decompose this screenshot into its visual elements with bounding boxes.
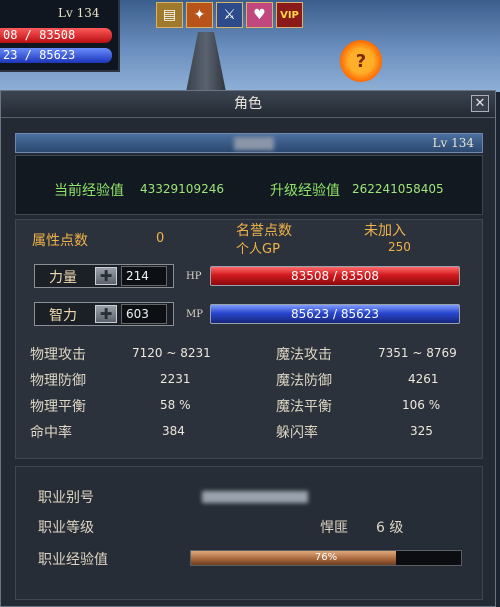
scroll-buff-icon[interactable]: ▤ xyxy=(156,2,183,28)
intellect-row: 智力 ✚ 603 xyxy=(34,302,174,326)
player-status-hud: Lv 134 08 / 83508 23 / 85623 xyxy=(0,0,120,72)
next-exp-label: 升级经验值 xyxy=(270,183,340,199)
strength-value: 214 xyxy=(121,266,167,286)
job-level-value: 6 级 xyxy=(376,520,404,536)
mag-def-value: 4261 xyxy=(408,372,439,386)
job-exp-percent: 76% xyxy=(314,552,338,563)
character-name-bar: Lv 134 xyxy=(15,133,483,153)
personal-gp-label: 个人GP xyxy=(236,242,280,257)
buff-bar: ▤ ✦ ⚔ ♥ VIP xyxy=(156,2,303,28)
experience-panel: 当前经验值 43329109246 升级经验值 262241058405 xyxy=(15,155,483,215)
honor-points-label: 名誉点数 xyxy=(236,223,292,239)
intellect-value: 603 xyxy=(121,304,167,324)
hp-label: HP xyxy=(186,271,202,282)
mp-bar: 85623 / 85623 xyxy=(210,304,460,324)
strength-label: 力量 xyxy=(49,270,77,286)
job-alias-label: 职业别号 xyxy=(38,490,94,506)
heart-buff-icon[interactable]: ♥ xyxy=(246,2,273,28)
quest-sun-icon[interactable]: ? xyxy=(340,40,382,82)
sword-buff-icon[interactable]: ⚔ xyxy=(216,2,243,28)
phys-balance-label: 物理平衡 xyxy=(30,399,86,415)
phys-balance-value: 58 % xyxy=(160,398,191,412)
current-exp-value: 43329109246 xyxy=(140,182,224,196)
hp-bar: 83508 / 83508 xyxy=(210,266,460,286)
blurred-job-alias xyxy=(202,491,308,503)
mag-attack-label: 魔法攻击 xyxy=(276,347,332,363)
hud-level: Lv 134 xyxy=(58,6,100,20)
attributes-panel: 属性点数 0 名誉点数 未加入 个人GP 250 力量 ✚ 214 智力 ✚ 6… xyxy=(15,219,483,459)
vip-buff-icon[interactable]: VIP xyxy=(276,2,303,28)
window-title: 角色 xyxy=(234,96,262,112)
phys-def-value: 2231 xyxy=(160,372,191,386)
current-exp-label: 当前经验值 xyxy=(54,183,124,199)
hit-rate-label: 命中率 xyxy=(30,425,72,441)
dodge-rate-label: 躲闪率 xyxy=(276,425,318,441)
mag-balance-label: 魔法平衡 xyxy=(276,399,332,415)
attribute-points-value: 0 xyxy=(156,231,165,246)
next-exp-value: 262241058405 xyxy=(352,182,444,196)
phys-def-label: 物理防御 xyxy=(30,373,86,389)
job-panel: 职业别号 职业等级 悍匪 6 级 职业经验值 76% xyxy=(15,466,483,600)
hit-rate-value: 384 xyxy=(162,424,185,438)
attribute-points-label: 属性点数 xyxy=(32,233,88,249)
window-titlebar[interactable]: 角色 ✕ xyxy=(1,91,495,118)
strength-plus-button[interactable]: ✚ xyxy=(95,267,117,285)
character-window: 角色 ✕ Lv 134 当前经验值 43329109246 升级经验值 2622… xyxy=(0,90,496,607)
phys-attack-label: 物理攻击 xyxy=(30,347,86,363)
hud-mp-bar: 23 / 85623 xyxy=(0,48,112,63)
mag-def-label: 魔法防御 xyxy=(276,373,332,389)
personal-gp-value: 250 xyxy=(388,240,411,254)
job-level-label: 职业等级 xyxy=(38,520,94,536)
job-level-name: 悍匪 xyxy=(320,520,348,536)
strength-row: 力量 ✚ 214 xyxy=(34,264,174,288)
hud-hp-bar: 08 / 83508 xyxy=(0,28,112,43)
mag-balance-value: 106 % xyxy=(402,398,441,412)
mp-label: MP xyxy=(186,309,203,320)
blurred-character-name xyxy=(234,137,274,150)
phys-attack-value: 7120 ~ 8231 xyxy=(132,346,211,360)
honor-points-value: 未加入 xyxy=(364,223,406,239)
job-exp-label: 职业经验值 xyxy=(38,552,108,568)
character-level: Lv 134 xyxy=(432,136,474,150)
mag-attack-value: 7351 ~ 8769 xyxy=(378,346,457,360)
job-exp-bar: 76% xyxy=(190,550,462,566)
close-button[interactable]: ✕ xyxy=(471,95,489,112)
intellect-label: 智力 xyxy=(49,308,77,324)
dodge-rate-value: 325 xyxy=(410,424,433,438)
fire-buff-icon[interactable]: ✦ xyxy=(186,2,213,28)
intellect-plus-button[interactable]: ✚ xyxy=(95,305,117,323)
